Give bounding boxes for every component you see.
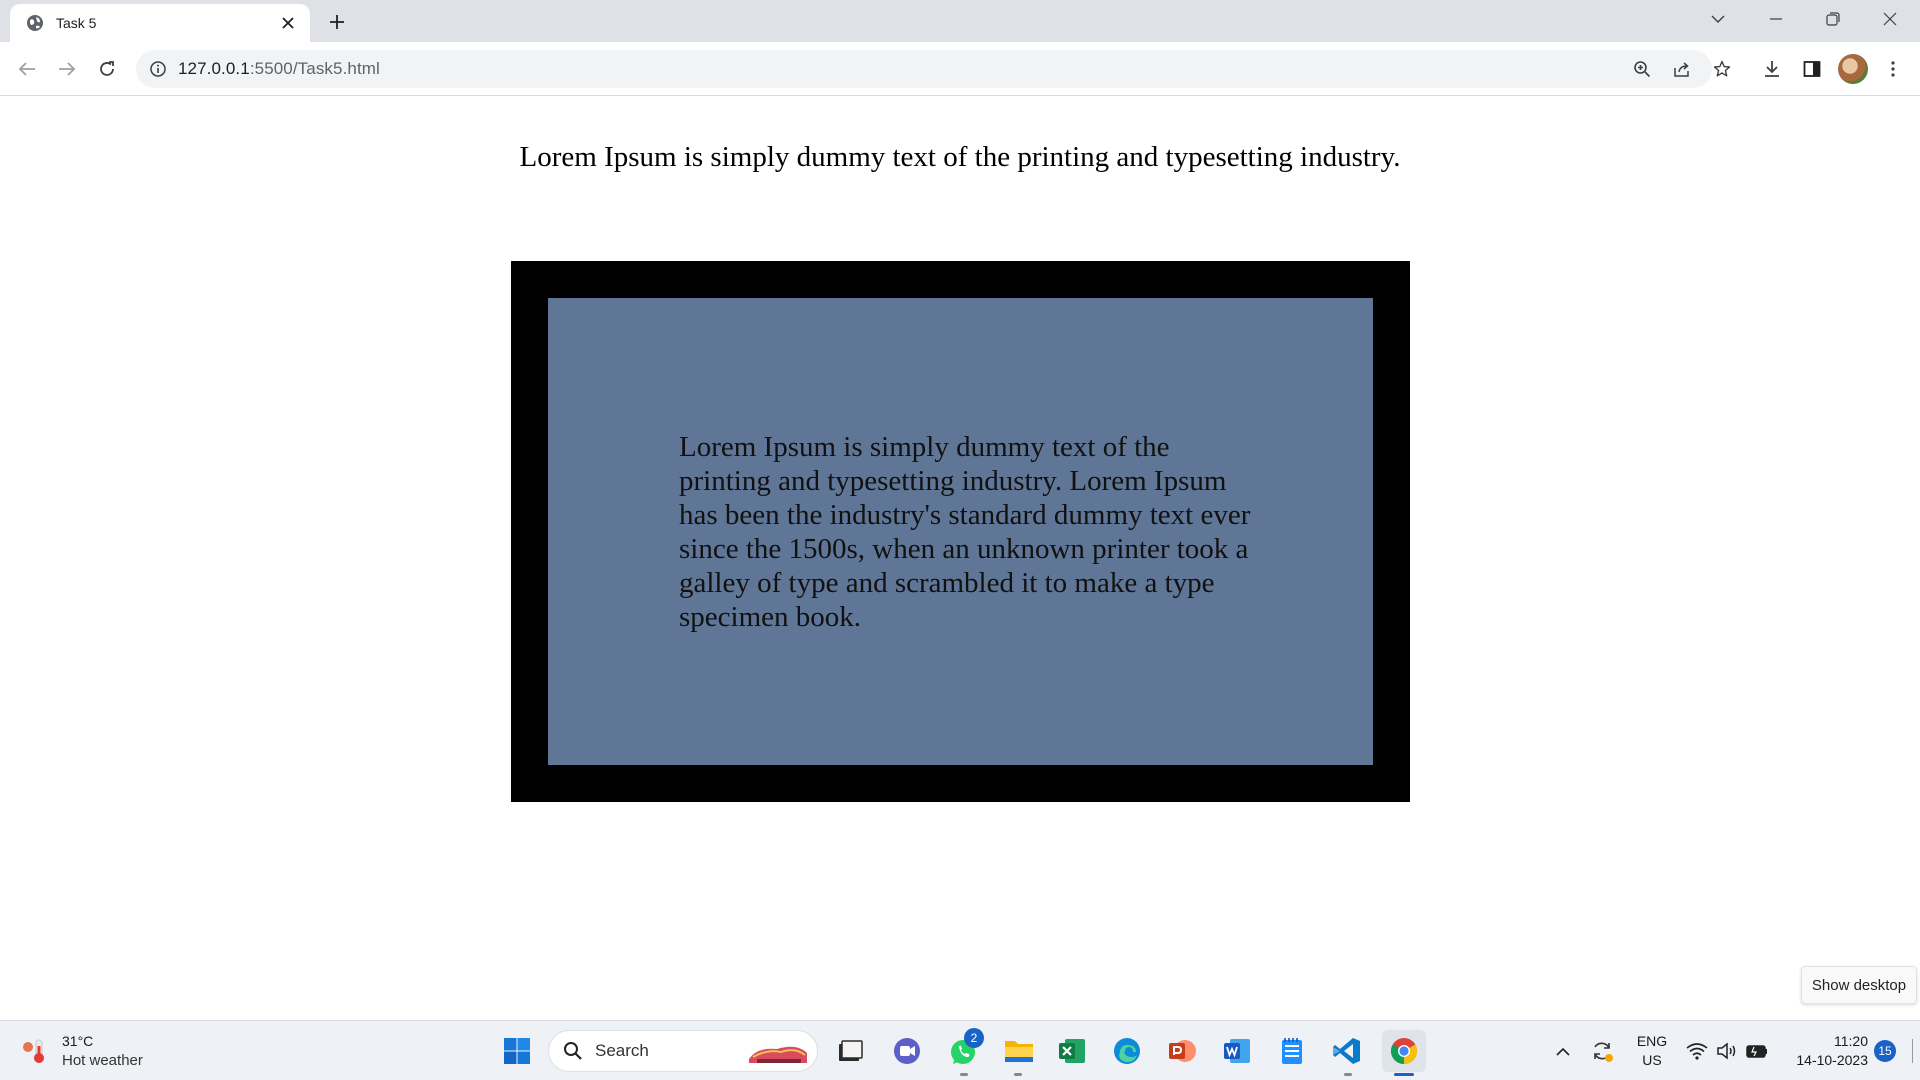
teams-chat-icon[interactable] [888,1032,926,1070]
sync-icon[interactable] [1590,1039,1614,1063]
word-icon[interactable] [1218,1032,1256,1070]
edge-icon[interactable] [1108,1032,1146,1070]
whatsapp-unread-badge: 2 [964,1028,984,1048]
bookmark-star-icon[interactable] [1712,59,1732,79]
show-desktop-tooltip: Show desktop [1801,966,1917,1004]
url-host: 127.0.0.1 [178,59,250,78]
browser-toolbar: 127.0.0.1:5500/Task5.html [0,42,1920,96]
taskbar-search-box[interactable]: Search [548,1030,818,1072]
running-indicator [1344,1073,1352,1076]
search-label: Search [595,1041,649,1060]
tab-title: Task 5 [56,15,97,31]
clock-time: 11:20 [1834,1033,1868,1049]
address-bar[interactable]: 127.0.0.1:5500/Task5.html [136,50,1731,88]
notepad-icon[interactable] [1273,1032,1311,1070]
region-code: US [1642,1052,1662,1068]
close-tab-icon[interactable] [276,11,300,35]
inner-blue-box: Lorem Ipsum is simply dummy text of the … [548,298,1373,765]
side-panel-icon[interactable] [1797,54,1827,84]
language-indicator[interactable]: ENG US [1636,1032,1668,1070]
running-indicator [960,1073,968,1076]
back-arrow-icon[interactable] [12,54,42,84]
language-code: ENG [1636,1033,1668,1049]
weather-description: Hot weather [62,1052,143,1069]
tab-strip: Task 5 [0,0,1920,42]
chevron-up-icon[interactable] [1551,1039,1575,1063]
file-explorer-icon[interactable] [1000,1032,1038,1070]
globe-icon [27,15,43,31]
close-window-icon[interactable] [1862,0,1918,38]
powerpoint-icon[interactable] [1163,1032,1201,1070]
zoom-icon[interactable] [1632,59,1652,79]
system-clock[interactable]: 11:20 14-10-2023 [1782,1032,1868,1070]
new-tab-plus-icon[interactable] [322,8,352,36]
active-app-indicator [1394,1073,1414,1076]
more-menu-icon[interactable] [1878,54,1908,84]
show-desktop-button[interactable] [1912,1039,1913,1063]
task-view-icon[interactable] [831,1032,869,1070]
url-path: :5500/Task5.html [249,59,380,78]
whatsapp-icon[interactable]: 2 [944,1028,984,1070]
vscode-icon[interactable] [1328,1032,1366,1070]
weather-widget[interactable]: 31°C Hot weather [22,1031,143,1071]
page-heading-text: Lorem Ipsum is simply dummy text of the … [519,141,1401,173]
notification-count-badge[interactable]: 15 [1874,1040,1896,1062]
download-icon[interactable] [1757,54,1787,84]
body-paragraph: Lorem Ipsum is simply dummy text of the … [679,431,1251,633]
taskbar: 31°C Hot weather Search 2 ENG US 11:20 1… [0,1020,1920,1080]
page-viewport: Lorem Ipsum is simply dummy text of the … [0,97,1920,1019]
windows-start-icon[interactable] [498,1032,536,1070]
weather-temperature: 31°C [62,1033,94,1049]
thermometer-icon [23,1039,44,1063]
tab-search-chevron-icon[interactable] [1690,0,1746,38]
reload-icon[interactable] [92,54,122,84]
search-icon [564,1042,582,1060]
battery-icon[interactable] [1745,1039,1769,1063]
profile-avatar[interactable] [1838,54,1868,84]
browser-tab[interactable]: Task 5 [10,4,310,42]
chrome-icon[interactable] [1382,1030,1426,1072]
restore-icon[interactable] [1805,0,1861,38]
forward-arrow-icon[interactable] [52,54,82,84]
outer-black-box: Lorem Ipsum is simply dummy text of the … [511,261,1410,802]
minimize-icon[interactable] [1748,0,1804,38]
url-text: 127.0.0.1:5500/Task5.html [178,59,380,79]
wifi-icon[interactable] [1685,1039,1709,1063]
running-indicator [1014,1073,1022,1076]
clock-date: 14-10-2023 [1796,1052,1868,1068]
excel-icon[interactable] [1053,1032,1091,1070]
search-highlight-art-icon [749,1046,807,1063]
share-icon[interactable] [1672,59,1692,79]
info-icon[interactable] [148,59,168,79]
volume-icon[interactable] [1715,1039,1739,1063]
